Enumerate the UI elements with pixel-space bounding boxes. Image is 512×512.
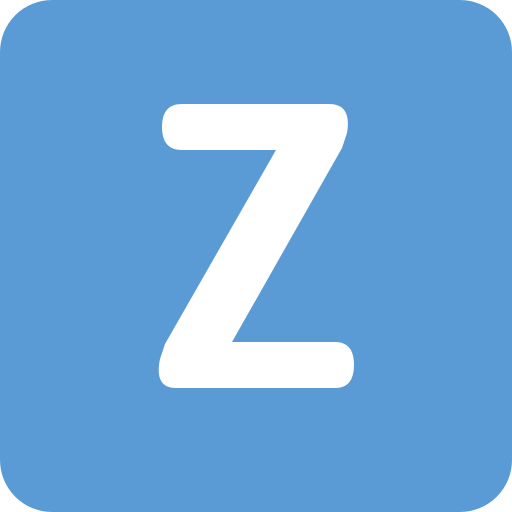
letter-z-glyph (158, 104, 354, 388)
letter-tile: Z (0, 0, 512, 512)
z-shape (158, 104, 354, 388)
